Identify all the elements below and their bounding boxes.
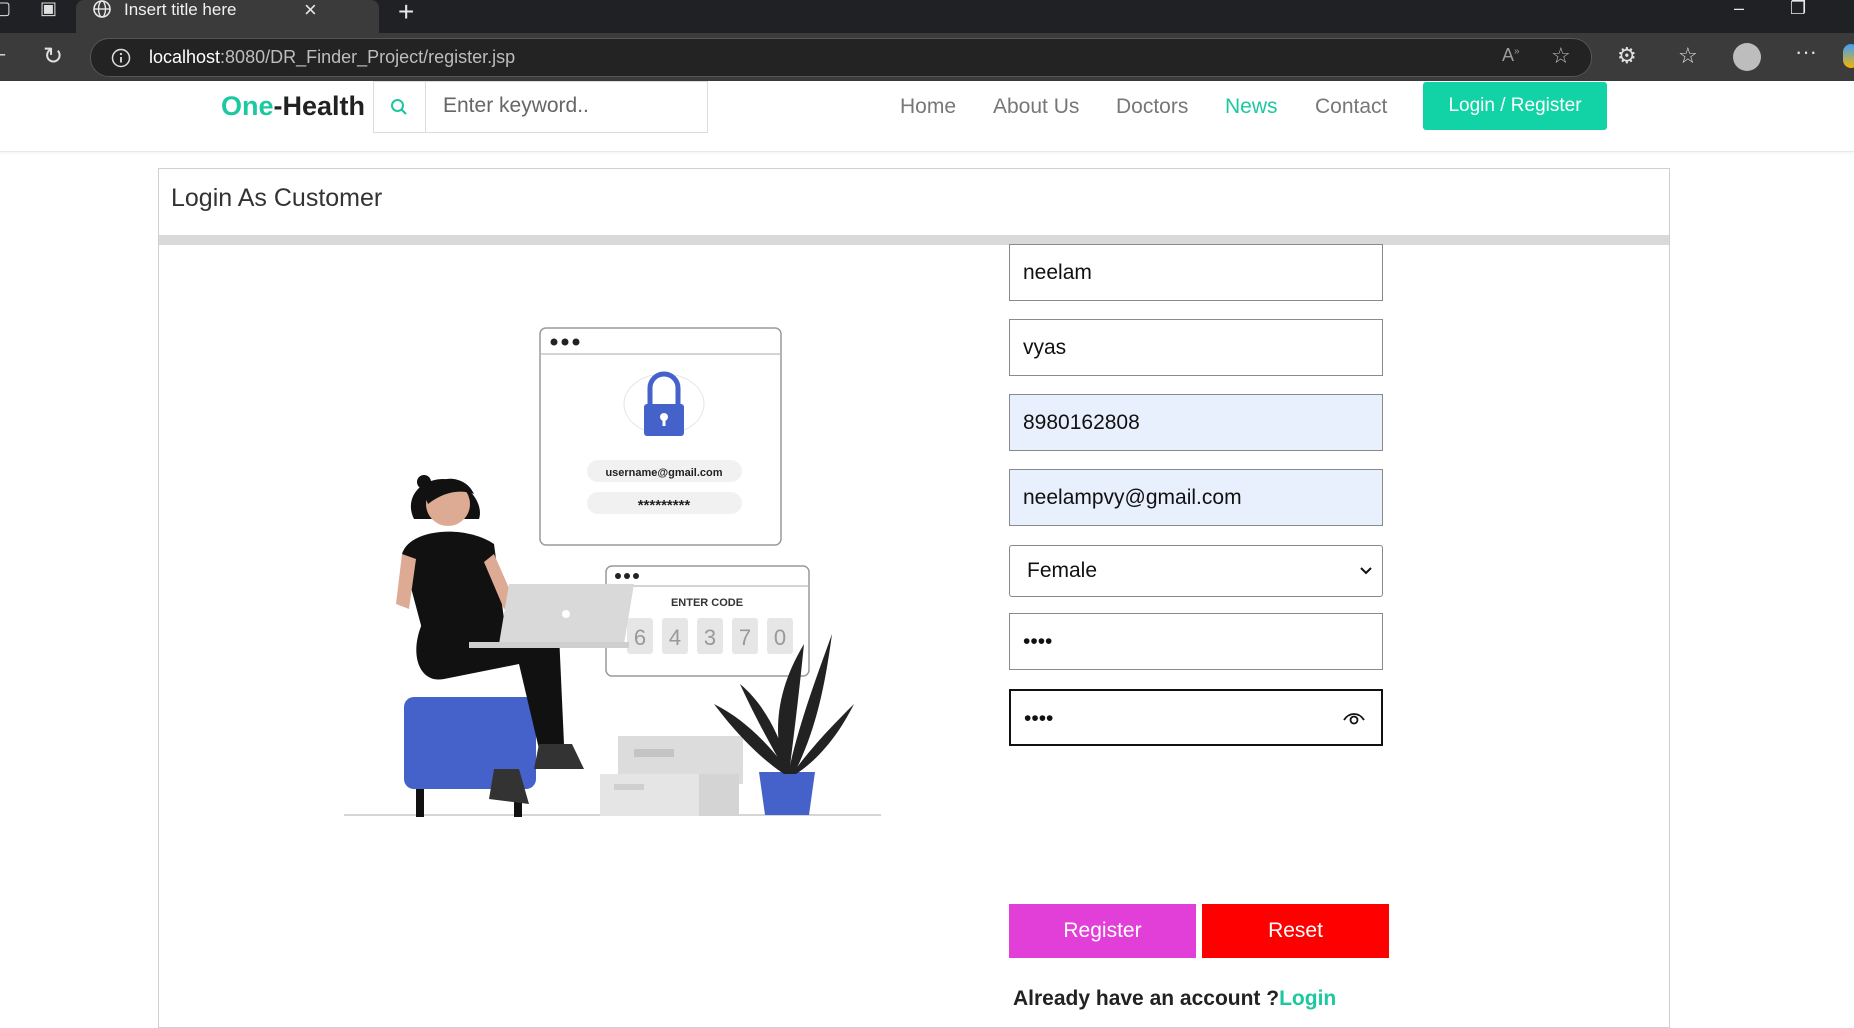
search-button[interactable] bbox=[374, 82, 426, 132]
url-path: :8080/DR_Finder_Project/register.jsp bbox=[220, 47, 516, 67]
eye-icon[interactable] bbox=[1342, 710, 1366, 726]
search-input[interactable] bbox=[426, 82, 704, 130]
code-digit-4: 7 bbox=[739, 625, 751, 650]
illustration-password: ********* bbox=[638, 497, 691, 514]
nav-link-news[interactable]: News bbox=[1225, 95, 1278, 119]
search-icon bbox=[391, 99, 407, 115]
last-name-field[interactable]: vyas bbox=[1009, 319, 1383, 376]
login-link[interactable]: Login bbox=[1279, 987, 1336, 1010]
code-digit-3: 3 bbox=[704, 625, 716, 650]
gender-selected-value: Female bbox=[1027, 559, 1098, 582]
search-box bbox=[373, 81, 708, 133]
info-icon bbox=[111, 48, 131, 68]
logo-part-one: One bbox=[221, 91, 274, 121]
browser-toolbar: – ↻ localhost:8080/DR_Finder_Project/reg… bbox=[0, 33, 1854, 81]
email-field[interactable]: neelampvy@gmail.com bbox=[1009, 469, 1383, 526]
tab-title: Insert title here bbox=[124, 0, 237, 19]
confirm-password-field[interactable]: •••• bbox=[1009, 689, 1383, 746]
nav-link-about[interactable]: About Us bbox=[993, 95, 1079, 119]
login-register-button[interactable]: Login / Register bbox=[1423, 82, 1607, 130]
already-account-label: Already have an account ? bbox=[1013, 987, 1280, 1010]
globe-icon bbox=[93, 0, 111, 18]
profile-avatar[interactable] bbox=[1733, 43, 1761, 71]
back-icon[interactable]: – bbox=[0, 43, 5, 66]
new-tab-icon[interactable]: + bbox=[398, 0, 414, 28]
copilot-icon[interactable] bbox=[1843, 44, 1854, 68]
more-menu-icon[interactable]: ··· bbox=[1795, 39, 1817, 65]
logo-part-health: -Health bbox=[273, 91, 366, 121]
url-text: localhost:8080/DR_Finder_Project/registe… bbox=[149, 47, 515, 68]
register-card: Login As Customer username@gmail.com ***… bbox=[158, 168, 1670, 1028]
close-tab-icon[interactable]: × bbox=[304, 0, 317, 21]
code-digit-1: 6 bbox=[634, 625, 646, 650]
favorite-star-icon[interactable]: ☆ bbox=[1551, 43, 1571, 69]
card-divider bbox=[159, 235, 1669, 245]
minimize-icon[interactable]: – bbox=[1734, 0, 1744, 19]
illustration-email: username@gmail.com bbox=[605, 467, 722, 479]
card-title: Login As Customer bbox=[171, 184, 383, 212]
nav-link-contact[interactable]: Contact bbox=[1315, 95, 1387, 119]
tab-actions-icon[interactable]: ▣ bbox=[40, 0, 57, 19]
code-digit-2: 4 bbox=[669, 625, 681, 650]
nav-link-home[interactable]: Home bbox=[900, 95, 956, 119]
reset-button[interactable]: Reset bbox=[1202, 904, 1389, 958]
browser-tab[interactable]: Insert title here × bbox=[76, 0, 379, 33]
favorites-icon[interactable]: ☆ bbox=[1678, 43, 1698, 69]
phone-field[interactable]: 8980162808 bbox=[1009, 394, 1383, 451]
url-host: localhost bbox=[149, 47, 221, 67]
browser-tab-bar: ▢ ▣ Insert title here × + – ❐ bbox=[0, 0, 1854, 33]
password-field[interactable]: •••• bbox=[1009, 613, 1383, 670]
register-button[interactable]: Register bbox=[1009, 904, 1196, 958]
restore-icon[interactable]: ❐ bbox=[1790, 0, 1806, 19]
gender-select[interactable]: Female bbox=[1009, 545, 1383, 597]
login-illustration: username@gmail.com ********* ENTER CODE … bbox=[344, 327, 881, 817]
illustration-code-title: ENTER CODE bbox=[671, 597, 743, 609]
site-logo[interactable]: One-Health bbox=[221, 91, 365, 122]
read-aloud-icon[interactable]: A» bbox=[1502, 45, 1520, 66]
address-bar[interactable]: localhost:8080/DR_Finder_Project/registe… bbox=[90, 38, 1592, 77]
chevron-down-icon bbox=[1360, 567, 1372, 575]
already-account-text: Already have an account ?Login bbox=[1013, 987, 1336, 1011]
workspaces-icon[interactable]: ▢ bbox=[0, 0, 11, 19]
nav-link-doctors[interactable]: Doctors bbox=[1116, 95, 1188, 119]
code-digit-5: 0 bbox=[774, 625, 786, 650]
refresh-icon[interactable]: ↻ bbox=[43, 42, 63, 71]
extensions-icon[interactable]: ⚙ bbox=[1617, 43, 1637, 69]
site-navbar: One-Health Home About Us Doctors News Co… bbox=[0, 81, 1854, 152]
confirm-password-value: •••• bbox=[1024, 707, 1054, 730]
first-name-field[interactable]: neelam bbox=[1009, 244, 1383, 301]
